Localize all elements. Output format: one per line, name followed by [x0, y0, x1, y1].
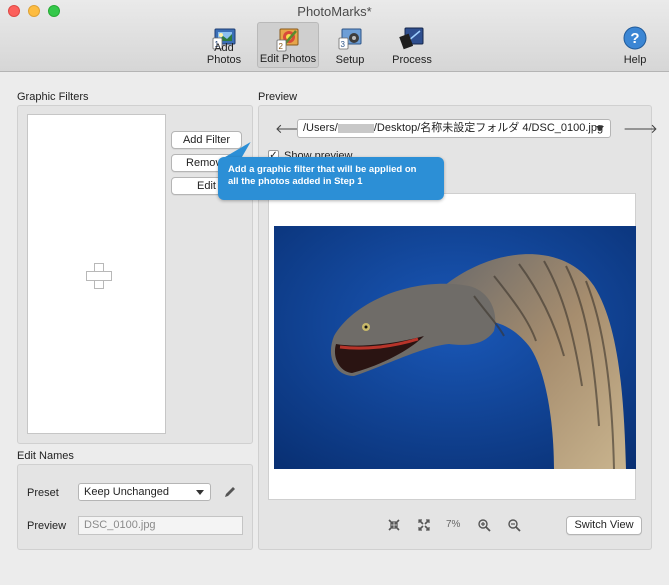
photo-path-select[interactable]: /Users/ /Desktop/名称未設定フォルダ 4/DSC_0100.jpg — [297, 119, 611, 138]
switch-view-button[interactable]: Switch View — [566, 516, 642, 535]
toolbar-edit-photos[interactable]: 2 Edit Photos — [257, 22, 319, 68]
actual-size-icon[interactable] — [417, 518, 431, 532]
toolbar-add-photos[interactable]: 1 Add Photos — [196, 22, 252, 68]
filter-list[interactable] — [27, 114, 166, 434]
window-title: PhotoMarks* — [297, 4, 372, 19]
photo-path-end: /Desktop/名称未設定フォルダ 4/DSC_0100.jpg — [373, 122, 604, 134]
next-photo-icon[interactable]: 🡒 — [623, 121, 658, 137]
process-icon — [399, 27, 424, 50]
plus-icon — [86, 263, 112, 289]
tooltip-line-2: all the photos added in Step 1 — [228, 176, 363, 187]
chevron-down-icon — [196, 490, 204, 495]
zoom-level: 7% — [446, 519, 461, 530]
toolbar-help-label: Help — [623, 54, 647, 66]
tooltip-line-1: Add a graphic filter that will be applie… — [228, 164, 417, 175]
toolbar-add-photos-label: Add Photos — [206, 42, 242, 66]
graphic-filters-title: Graphic Filters — [17, 91, 89, 103]
zoom-out-icon[interactable] — [507, 518, 521, 532]
add-filter-tooltip: Add a graphic filter that will be applie… — [218, 157, 444, 200]
toolbar-setup[interactable]: 3 Setup — [330, 22, 370, 68]
svg-text:2: 2 — [279, 42, 284, 51]
preview-photo — [274, 226, 636, 469]
zoom-in-icon[interactable] — [477, 518, 491, 532]
preview-title: Preview — [258, 91, 298, 103]
dinosaur-photo — [274, 226, 636, 469]
name-preview-label: Preview — [27, 520, 67, 532]
preview-canvas — [268, 193, 636, 500]
setup-icon: 3 — [338, 28, 362, 50]
redacted-username — [337, 123, 374, 133]
svg-text:?: ? — [630, 30, 639, 47]
edit-names-panel — [17, 464, 253, 550]
svg-text:3: 3 — [341, 40, 346, 49]
preset-select[interactable]: Keep Unchanged — [78, 483, 211, 501]
preset-label: Preset — [27, 487, 59, 499]
toolbar-process-label: Process — [392, 54, 432, 66]
fit-to-window-icon[interactable] — [387, 518, 401, 532]
toolbar-setup-label: Setup — [335, 54, 365, 66]
toolbar-process[interactable]: Process — [390, 22, 434, 68]
toolbar-help[interactable]: ? Help — [620, 22, 650, 68]
preset-select-value: Keep Unchanged — [84, 486, 170, 498]
help-icon: ? — [623, 26, 647, 50]
chevron-down-icon — [596, 126, 604, 131]
photo-path-start: /Users/ — [303, 122, 338, 134]
toolbar: PhotoMarks* 1 Add Photos 2 Edit Photos 3… — [0, 0, 669, 72]
name-preview-field: DSC_0100.jpg — [78, 516, 243, 535]
toolbar-edit-photos-label: Edit Photos — [259, 53, 317, 65]
edit-photos-icon: 2 — [276, 28, 299, 52]
edit-names-title: Edit Names — [17, 450, 74, 462]
photomarks-window: PhotoMarks* 1 Add Photos 2 Edit Photos 3… — [0, 0, 669, 585]
pencil-icon[interactable] — [223, 485, 237, 499]
